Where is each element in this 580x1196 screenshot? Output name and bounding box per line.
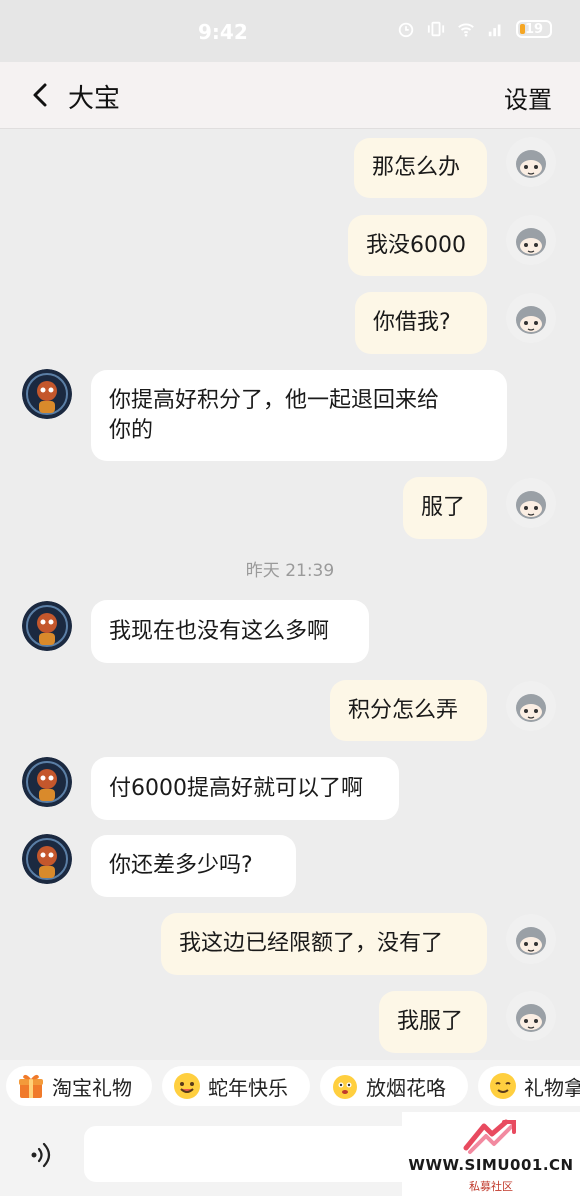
emoji-icon [333, 1075, 357, 1099]
settings-button[interactable]: 设置 [504, 80, 552, 115]
my-avatar[interactable] [506, 914, 556, 964]
wifi-icon [458, 23, 474, 37]
quick-actions-bar: 淘宝礼物 蛇年快乐 放烟花咯 礼物拿 [0, 1060, 580, 1112]
watermark-subtext: 私募社区 [469, 1180, 513, 1193]
my-avatar[interactable] [506, 215, 556, 265]
contact-avatar[interactable] [22, 757, 72, 807]
watermark-text: WWW.SIMU001.CN [408, 1156, 574, 1174]
message-bubble-outgoing[interactable]: 你借我? [355, 292, 487, 354]
message-bubble-outgoing[interactable]: 我这边已经限额了，没有了 [161, 913, 487, 975]
message-bubble-outgoing[interactable]: 服了 [403, 477, 487, 539]
quick-action-label: 放烟花咯 [366, 1075, 446, 1100]
timestamp-divider: 昨天 21:39 [245, 561, 335, 581]
message-text: 我现在也没有这么多啊 [109, 618, 330, 644]
quick-action-label: 礼物拿 [524, 1075, 580, 1100]
watermark-logo [463, 1119, 516, 1154]
message-text-line: 你提高好积分了，他一起退回来给 [109, 387, 440, 413]
my-avatar[interactable] [506, 293, 556, 343]
message-bubble-outgoing[interactable]: 我没6000 [348, 215, 487, 276]
back-arrow-icon[interactable] [28, 80, 52, 110]
voice-input-icon[interactable] [28, 1140, 56, 1170]
battery-level: 19 [524, 21, 544, 37]
my-avatar[interactable] [506, 137, 556, 187]
message-bubble-incoming[interactable]: 你还差多少吗? [91, 835, 296, 897]
message-bubble-incoming[interactable]: 你提高好积分了，他一起退回来给 你的 [91, 370, 507, 461]
message-text: 那怎么办 [372, 155, 461, 180]
status-icons: 19 [396, 20, 552, 38]
message-bubble-incoming[interactable]: 付6000提高好就可以了啊 [91, 757, 399, 820]
contact-avatar[interactable] [22, 369, 72, 419]
quick-action-chip[interactable]: 放烟花咯 [320, 1066, 468, 1106]
message-text: 我没6000 [366, 232, 466, 258]
quick-action-label: 淘宝礼物 [52, 1075, 132, 1100]
emoji-icon [490, 1073, 516, 1099]
message-text: 积分怎么弄 [348, 697, 459, 723]
message-text: 服了 [421, 495, 466, 520]
status-bar: 9:42 19 [0, 0, 580, 62]
emoji-icon [174, 1073, 200, 1099]
chat-header: 大宝 设置 [0, 62, 580, 129]
alarm-icon [398, 22, 414, 38]
quick-action-chip[interactable]: 蛇年快乐 [162, 1066, 310, 1106]
contact-avatar[interactable] [22, 601, 72, 651]
message-bubble-outgoing[interactable]: 积分怎么弄 [330, 680, 487, 741]
message-bubble-outgoing[interactable]: 我服了 [379, 991, 487, 1053]
my-avatar[interactable] [506, 478, 556, 528]
message-text: 你还差多少吗? [109, 853, 253, 878]
message-text: 你借我? [373, 310, 451, 335]
chat-title: 大宝 [68, 84, 121, 114]
quick-action-chip[interactable]: 淘宝礼物 [6, 1066, 152, 1106]
my-avatar[interactable] [506, 681, 556, 731]
my-avatar[interactable] [506, 991, 556, 1041]
watermark: WWW.SIMU001.CN 私募社区 [402, 1112, 580, 1196]
status-time: 9:42 [198, 20, 248, 44]
quick-action-label: 蛇年快乐 [208, 1075, 288, 1100]
message-text: 我这边已经限额了，没有了 [179, 931, 444, 956]
message-bubble-outgoing[interactable]: 那怎么办 [354, 138, 487, 198]
message-text: 我服了 [397, 1009, 464, 1034]
gift-icon [19, 1074, 43, 1098]
vibrate-icon [427, 21, 445, 37]
contact-avatar[interactable] [22, 834, 72, 884]
battery-icon: 19 [516, 20, 552, 38]
quick-action-chip[interactable]: 礼物拿 [478, 1066, 580, 1106]
signal-icon [488, 24, 501, 37]
message-text: 付6000提高好就可以了啊 [109, 775, 363, 801]
message-bubble-incoming[interactable]: 我现在也没有这么多啊 [91, 600, 369, 663]
message-text-line: 你的 [109, 417, 154, 443]
